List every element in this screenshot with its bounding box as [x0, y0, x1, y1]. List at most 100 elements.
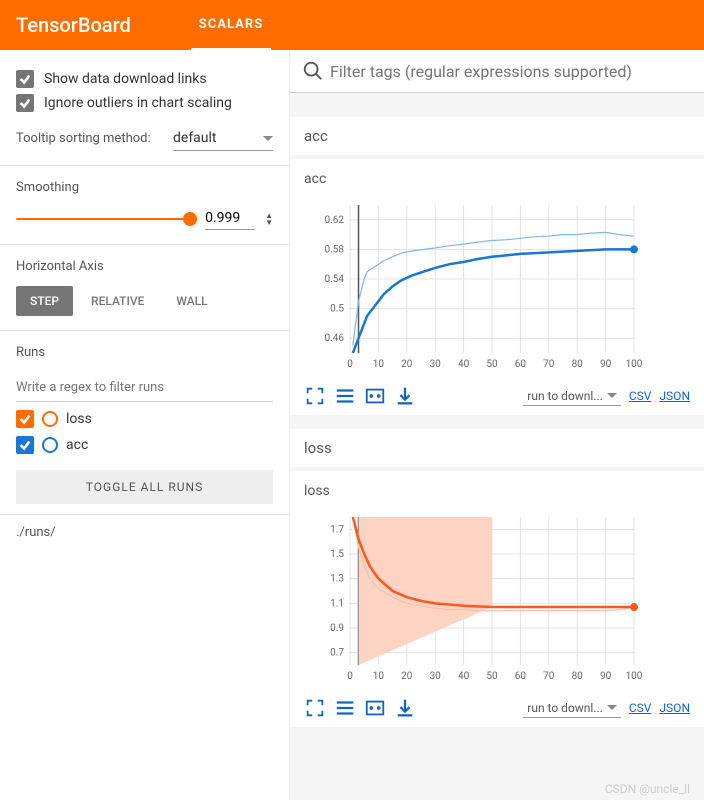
smoothing-label: Smoothing	[16, 180, 273, 195]
json-link[interactable]: JSON	[659, 701, 690, 715]
content-area: acc acc 0.46 0.5 0.54 0.58 0.62 0 10 20 30 40 50 60…	[290, 50, 704, 800]
haxis-step-button[interactable]: STEP	[16, 286, 73, 316]
runs-label: Runs	[16, 345, 273, 360]
svg-text:40: 40	[458, 671, 470, 682]
svg-text:1.1: 1.1	[330, 598, 344, 609]
chart-loss[interactable]: 0.70.91.11.31.51.70102030405060708090100	[304, 507, 644, 687]
dropdown-icon	[263, 136, 273, 141]
svg-text:0.7: 0.7	[330, 648, 344, 659]
svg-text:1.7: 1.7	[330, 524, 344, 535]
svg-text:20: 20	[401, 671, 413, 682]
tab-scalars[interactable]: SCALARS	[191, 0, 271, 51]
tag-filter-row	[290, 50, 704, 93]
download-run-select[interactable]: run to downl...	[523, 699, 621, 718]
ignore-outliers-row[interactable]: Ignore outliers in chart scaling	[16, 94, 273, 112]
tag-filter-input[interactable]	[330, 62, 692, 81]
run-row-loss[interactable]: loss	[16, 410, 273, 428]
smoothing-slider[interactable]	[16, 218, 195, 220]
svg-text:0.62: 0.62	[325, 215, 345, 226]
json-link[interactable]: JSON	[659, 389, 690, 403]
svg-text:30: 30	[430, 359, 442, 370]
radio-icon[interactable]	[42, 411, 58, 427]
dropdown-icon	[607, 393, 617, 398]
panel-header[interactable]: acc	[290, 117, 704, 159]
csv-link[interactable]: CSV	[629, 701, 652, 715]
svg-text:0: 0	[347, 671, 353, 682]
run-label: acc	[66, 437, 88, 453]
svg-text:100: 100	[626, 671, 643, 682]
checkbox-checked-icon	[16, 70, 34, 88]
smoothing-slider-row: ▲▼	[16, 207, 273, 230]
runs-group: Runs loss acc TOGGLE ALL RUNS	[0, 331, 289, 515]
panel-loss: loss loss 0.7 0.9 1.1 1.3 1.5 1.7 0 10 20 30 40 50 6…	[290, 429, 704, 727]
expand-icon[interactable]	[304, 385, 326, 407]
slider-thumb-icon[interactable]	[183, 212, 197, 226]
run-row-acc[interactable]: acc	[16, 436, 273, 454]
svg-text:30: 30	[430, 671, 442, 682]
ignore-outliers-label: Ignore outliers in chart scaling	[44, 95, 232, 111]
checkbox-checked-icon	[16, 94, 34, 112]
show-download-links-row[interactable]: Show data download links	[16, 70, 273, 88]
chart-title: acc	[304, 171, 690, 187]
tooltip-sort-row: Tooltip sorting method: default	[16, 126, 273, 151]
search-icon	[302, 60, 324, 82]
log-axis-icon[interactable]	[334, 385, 356, 407]
tooltip-sort-value: default	[173, 130, 217, 146]
svg-text:50: 50	[486, 671, 498, 682]
haxis-wall-button[interactable]: WALL	[162, 286, 221, 316]
svg-text:60: 60	[515, 359, 527, 370]
svg-text:0.46: 0.46	[325, 333, 345, 344]
haxis-relative-button[interactable]: RELATIVE	[77, 286, 158, 316]
panel-acc: acc acc 0.460.50.540.580.620102030405060…	[290, 117, 704, 415]
show-download-label: Show data download links	[44, 71, 207, 87]
fit-domain-icon[interactable]	[364, 697, 386, 719]
svg-text:50: 50	[486, 359, 498, 370]
download-run-select[interactable]: run to downl...	[523, 387, 621, 406]
expand-icon[interactable]	[304, 697, 326, 719]
svg-text:0.58: 0.58	[325, 244, 345, 255]
checkbox-checked-icon	[16, 436, 34, 454]
chart-acc[interactable]: 0.460.50.540.580.62010203040506070809010…	[304, 195, 644, 375]
svg-text:60: 60	[515, 671, 527, 682]
svg-text:90: 90	[600, 671, 612, 682]
fit-domain-icon[interactable]	[364, 385, 386, 407]
svg-text:0.9: 0.9	[330, 623, 344, 634]
radio-icon[interactable]	[42, 437, 58, 453]
svg-text:100: 100	[626, 359, 643, 370]
svg-text:1.3: 1.3	[330, 574, 344, 585]
svg-text:80: 80	[572, 671, 584, 682]
svg-text:0.54: 0.54	[325, 274, 345, 285]
app-logo: TensorBoard	[16, 13, 131, 37]
haxis-label: Horizontal Axis	[16, 259, 273, 274]
main-area: Show data download links Ignore outliers…	[0, 50, 704, 800]
runs-filter-input[interactable]	[16, 374, 273, 402]
svg-text:0.5: 0.5	[330, 304, 344, 315]
chart-tools: run to downl... CSV JSON	[304, 385, 690, 407]
run-label: loss	[66, 411, 92, 427]
svg-text:40: 40	[458, 359, 470, 370]
smoothing-stepper[interactable]: ▲▼	[265, 212, 273, 226]
runs-directory: ./runs/	[0, 515, 289, 550]
haxis-buttons: STEP RELATIVE WALL	[16, 286, 273, 316]
svg-text:90: 90	[600, 359, 612, 370]
svg-text:70: 70	[543, 359, 555, 370]
dropdown-icon	[607, 705, 617, 710]
app-header: TensorBoard SCALARS	[0, 0, 704, 50]
svg-text:0: 0	[347, 359, 353, 370]
smoothing-input[interactable]	[205, 207, 255, 230]
csv-link[interactable]: CSV	[629, 389, 652, 403]
checkbox-checked-icon	[16, 410, 34, 428]
download-icon[interactable]	[394, 697, 416, 719]
chart-title: loss	[304, 483, 690, 499]
svg-text:10: 10	[373, 671, 385, 682]
svg-text:20: 20	[401, 359, 413, 370]
log-axis-icon[interactable]	[334, 697, 356, 719]
tooltip-sort-select[interactable]: default	[173, 126, 273, 151]
panel-header[interactable]: loss	[290, 429, 704, 471]
sidebar: Show data download links Ignore outliers…	[0, 50, 290, 800]
tooltip-sort-label: Tooltip sorting method:	[16, 131, 173, 146]
download-icon[interactable]	[394, 385, 416, 407]
toggle-all-runs-button[interactable]: TOGGLE ALL RUNS	[16, 470, 273, 504]
svg-text:1.5: 1.5	[330, 549, 344, 560]
options-group: Show data download links Ignore outliers…	[0, 50, 289, 166]
